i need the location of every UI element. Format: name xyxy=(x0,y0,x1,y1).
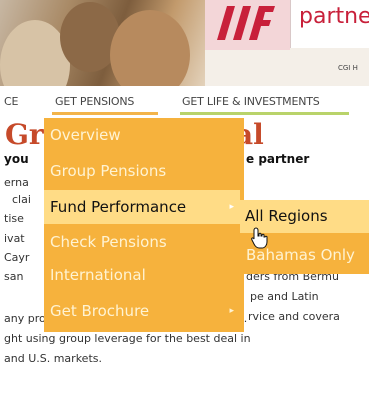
body-line: tise xyxy=(4,212,24,225)
body-line: Cayr xyxy=(4,251,30,264)
subheading-left: you xyxy=(4,152,29,166)
top-nav: CE GET PENSIONS GET LIFE & INVESTMENTS xyxy=(0,88,369,116)
header-banner: partne CGI H xyxy=(0,0,369,86)
body-line-right: rvice and covera xyxy=(248,310,340,323)
banner-photo xyxy=(0,0,205,86)
menu-item-label: International xyxy=(50,266,146,284)
cgi-text: CGI H xyxy=(338,64,358,72)
nav-item-get-life-investments[interactable]: GET LIFE & INVESTMENTS xyxy=(182,95,320,108)
body-line: erna xyxy=(4,176,29,189)
menu-item-fund-performance[interactable]: Fund Performance ▸ xyxy=(44,190,240,224)
nav-underline-pensions xyxy=(52,112,158,115)
menu-item-international[interactable]: International xyxy=(44,260,244,290)
nav-underline-life xyxy=(180,112,349,115)
partner-logo-box: partne xyxy=(290,0,369,48)
nav-item-ce[interactable]: CE xyxy=(4,95,18,108)
submenu-arrow-icon: ▸ xyxy=(229,202,234,212)
nav-item-get-pensions[interactable]: GET PENSIONS xyxy=(55,95,134,108)
menu-item-group-pensions[interactable]: Group Pensions xyxy=(44,156,244,186)
body-line: ght using group leverage for the best de… xyxy=(4,332,251,345)
subheading-right: e partner xyxy=(246,152,310,166)
body-line: ivat xyxy=(4,232,25,245)
menu-item-label: Overview xyxy=(50,126,121,144)
body-line: and U.S. markets. xyxy=(4,352,102,365)
menu-item-overview[interactable]: Overview xyxy=(44,120,244,150)
body-line: clai xyxy=(12,193,31,206)
body-line: san xyxy=(4,270,24,283)
menu-item-label: Get Brochure xyxy=(50,302,150,320)
logo-icon xyxy=(205,0,290,50)
menu-item-label: Group Pensions xyxy=(50,162,167,180)
menu-item-check-pensions[interactable]: Check Pensions xyxy=(44,227,244,257)
menu-item-label: Check Pensions xyxy=(50,233,167,251)
menu-item-label: Fund Performance xyxy=(50,198,187,216)
body-line-right: pe and Latin xyxy=(250,290,319,303)
partner-text: partne xyxy=(299,4,369,29)
pensions-dropdown-menu: Overview Group Pensions Fund Performance… xyxy=(44,118,244,332)
menu-item-get-brochure[interactable]: Get Brochure ▸ xyxy=(44,296,244,326)
submenu-arrow-icon: ▸ xyxy=(229,306,234,316)
hand-cursor-icon xyxy=(250,227,270,249)
